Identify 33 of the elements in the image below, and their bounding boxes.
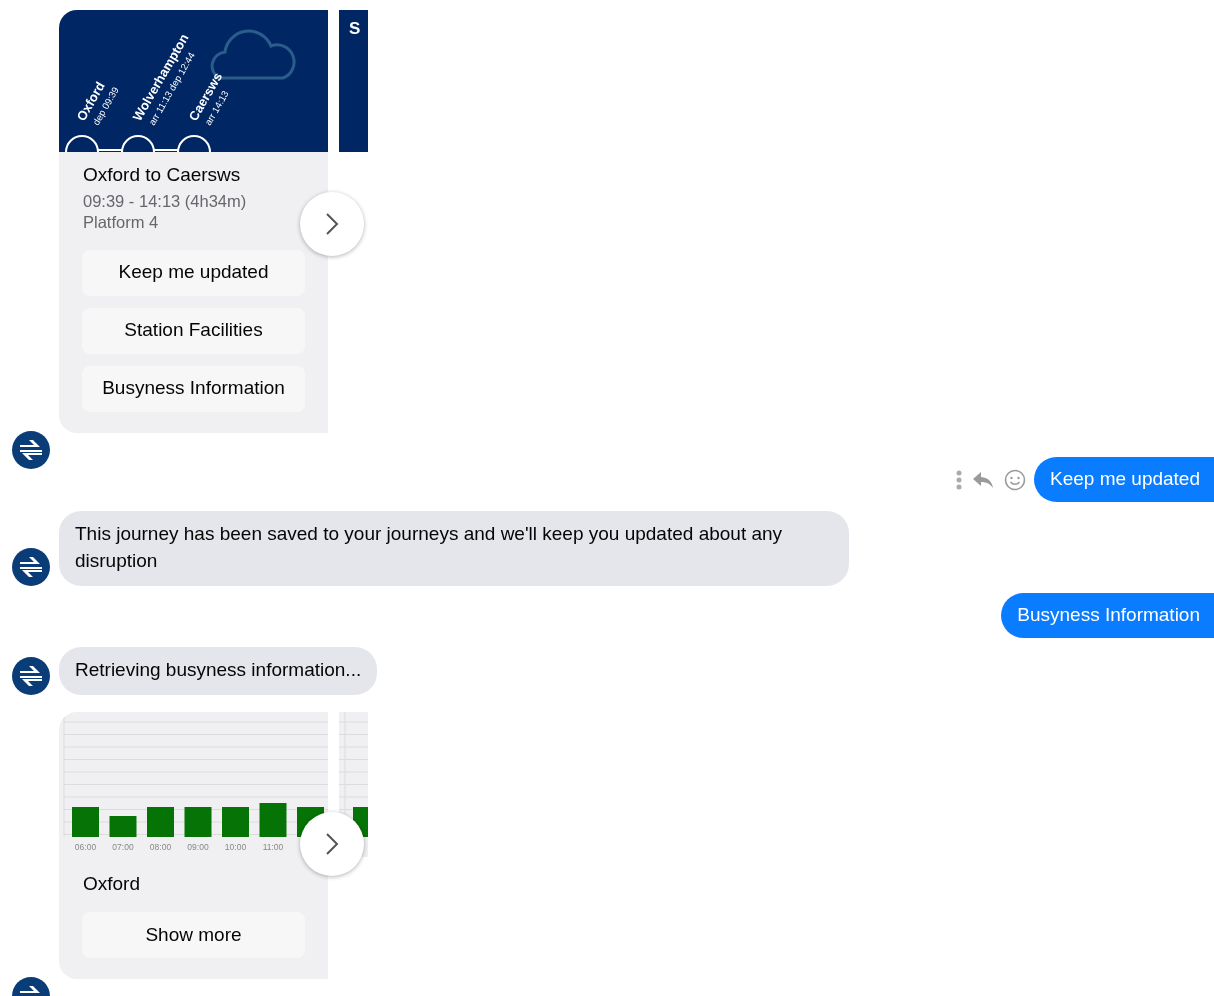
hour-label: 09:00	[187, 842, 209, 853]
hour-label: 07:00	[112, 842, 134, 853]
hour-label: 10:00	[224, 842, 247, 853]
busyness-bar	[109, 816, 137, 838]
busyness-bar	[147, 807, 174, 838]
smiley-icon[interactable]	[1004, 468, 1026, 491]
busyness-bar	[222, 807, 249, 838]
hour-label: 11:00	[262, 842, 284, 853]
rail-logo-icon	[12, 430, 50, 469]
quick-reply-button[interactable]: Keep me updated	[82, 249, 305, 296]
card-title: Oxford	[83, 873, 142, 896]
card-title: S	[348, 18, 362, 40]
quick-reply-button[interactable]: Station Facilities	[82, 307, 305, 354]
sent-message: Keep me updated	[1034, 456, 1214, 503]
chevron-right-icon	[325, 212, 339, 236]
received-message: This journey has been saved to your journeys and we'll keep you updated about any disruption	[59, 511, 849, 586]
quick-reply-button[interactable]: Busyness Information	[82, 365, 305, 412]
busyness-bar	[259, 803, 287, 838]
received-message: Retrieving busyness information...	[59, 647, 378, 696]
busyness-bar	[184, 807, 212, 838]
busyness-bar	[72, 807, 99, 838]
more-options-icon[interactable]	[956, 469, 962, 490]
card-title: Oxford to Caersws	[83, 164, 242, 187]
card-detail: Platform 4	[83, 212, 160, 234]
reply-icon[interactable]	[972, 470, 994, 489]
rail-logo-icon	[12, 657, 50, 696]
hour-label: 06:00	[74, 842, 97, 853]
chevron-right-icon	[325, 832, 339, 857]
card-detail: 09:39 - 14:13 (4h34m)	[83, 190, 248, 212]
rail-logo-icon	[12, 547, 50, 586]
quick-reply-button[interactable]: Show more	[82, 911, 305, 958]
hour-label: 08:00	[149, 842, 172, 853]
sent-message: Busyness Information	[1001, 592, 1214, 639]
